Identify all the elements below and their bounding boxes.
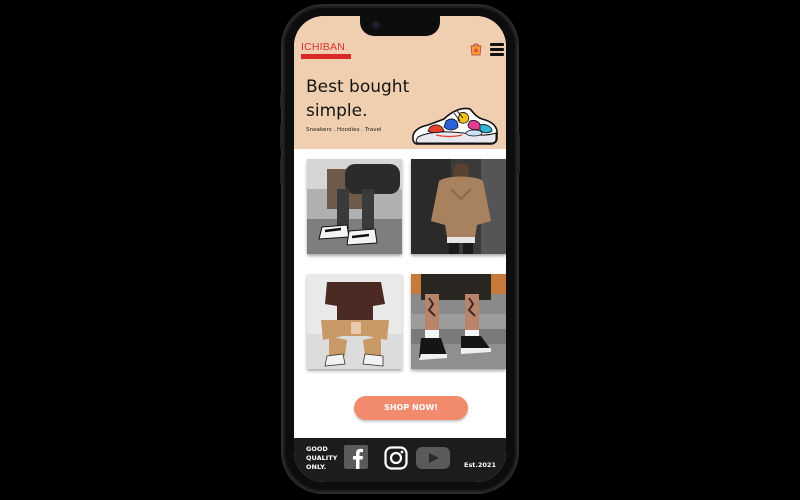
colorful-sneaker-illustration	[412, 107, 498, 145]
hero-tagline: Sneakers . Hoodies . Travel	[306, 127, 382, 133]
shopping-bag-icon[interactable]	[469, 42, 483, 56]
youtube-icon[interactable]	[416, 447, 450, 469]
photo-tile-2[interactable]	[411, 159, 506, 254]
phone-volume-up	[280, 124, 283, 150]
hero-divider	[294, 149, 506, 155]
converse-on-steps-photo	[411, 274, 506, 369]
brand-logo-text: ICHIBAN	[301, 41, 345, 53]
phone-power-button	[517, 134, 520, 174]
footer-slogan-line1: GOOD	[306, 445, 328, 453]
phone-notch	[360, 16, 440, 36]
established-label: Est.2021	[464, 461, 496, 469]
front-camera	[372, 21, 380, 29]
sneakers-on-stairs-photo	[307, 159, 402, 254]
footer-slogan: GOOD QUALITY ONLY.	[306, 445, 337, 472]
hero-headline-line1: Best bought	[306, 77, 410, 97]
photo-tile-1[interactable]	[307, 159, 402, 254]
phone-screen: ICHIBAN Best bought simple. Sneakers . H…	[294, 16, 506, 482]
photo-tile-4[interactable]	[411, 274, 506, 369]
phone-volume-down	[280, 158, 283, 184]
brown-tee-outfit-photo	[307, 274, 402, 369]
phone-side-button	[280, 94, 283, 108]
footer: GOOD QUALITY ONLY. Est.2021	[294, 438, 506, 482]
hoodie-outfit-photo	[411, 159, 506, 254]
shop-now-button[interactable]: SHOP NOW!	[354, 396, 468, 420]
brand-logo-bar	[301, 54, 351, 59]
footer-slogan-line3: ONLY.	[306, 463, 327, 471]
facebook-icon[interactable]	[344, 445, 368, 469]
hamburger-menu-icon[interactable]	[490, 43, 504, 56]
instagram-icon[interactable]	[384, 446, 408, 470]
brand-logo[interactable]: ICHIBAN	[301, 42, 351, 60]
footer-slogan-line2: QUALITY	[306, 454, 338, 462]
phone-frame: ICHIBAN Best bought simple. Sneakers . H…	[280, 6, 520, 492]
photo-tile-3[interactable]	[307, 274, 402, 369]
